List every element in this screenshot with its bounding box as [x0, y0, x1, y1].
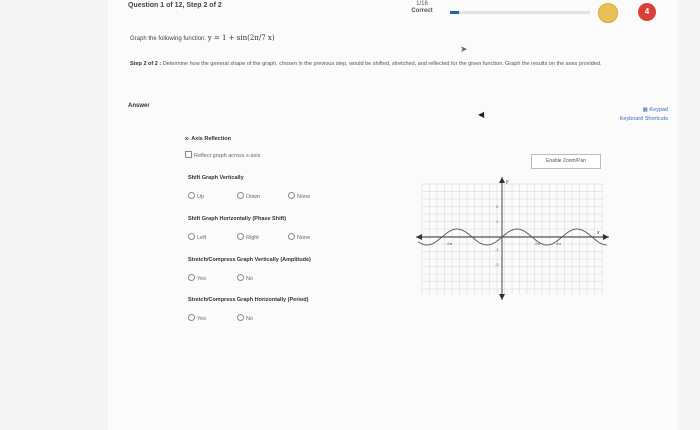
shift-horizontal-left-radio[interactable]: Left — [188, 233, 206, 241]
radio-icon — [188, 314, 195, 321]
y-axis-up-arrow-icon — [499, 177, 505, 183]
shift-horizontal-none-radio[interactable]: None — [288, 233, 310, 241]
step-label: Step 2 of 2 : — [130, 61, 162, 67]
graph-canvas[interactable]: x y -2π 2π 4π 2 1 -1 -2 — [410, 170, 615, 305]
shift-horizontal-none-label: None — [297, 235, 311, 241]
y-tick-label: -2 — [495, 262, 499, 267]
hearts-badge: 4 — [638, 3, 656, 21]
keyboard-shortcuts-link[interactable]: Keyboard Shortcuts — [598, 115, 668, 124]
stretch-period-no-radio[interactable]: No — [237, 314, 253, 322]
stretch-period-title: Stretch/Compress Graph Horizontally (Per… — [188, 297, 309, 303]
stretch-amplitude-title: Stretch/Compress Graph Vertically (Ampli… — [188, 257, 311, 263]
answer-tools: ▦ Keypad Keyboard Shortcuts — [598, 106, 668, 124]
radio-icon — [237, 192, 244, 199]
shift-vertical-up-label: Up — [197, 194, 205, 200]
coin-icon — [598, 3, 618, 23]
progress-bar — [450, 11, 590, 14]
shift-horizontal-right-label: Right — [246, 235, 259, 241]
step-instructions: Step 2 of 2 : Determine how the general … — [130, 60, 650, 68]
radio-icon — [237, 274, 244, 281]
radio-icon — [288, 233, 295, 240]
mouse-pointer-icon: ◀ — [478, 110, 485, 119]
shift-vertical-none-radio[interactable]: None — [288, 192, 310, 200]
shift-vertical-down-label: Down — [246, 194, 261, 200]
stretch-period-no-label: No — [246, 316, 254, 322]
answer-label: Answer — [128, 103, 150, 109]
reflect-checkbox[interactable]: Reflect graph across x-axis — [185, 151, 260, 159]
problem-prompt: Graph the following function: — [130, 36, 207, 42]
progress-label: 1/16 Correct — [402, 1, 442, 15]
y-axis-label: y — [505, 179, 509, 185]
stretch-period-yes-radio[interactable]: Yes — [188, 314, 206, 322]
radio-icon — [288, 192, 295, 199]
stretch-amplitude-yes-label: Yes — [197, 276, 206, 282]
axis-reflection-title: x- Axis Reflection — [185, 136, 231, 142]
x-axis-right-arrow-icon — [603, 234, 609, 240]
progress-fill — [450, 11, 459, 14]
stretch-amplitude-no-label: No — [246, 276, 254, 282]
shift-vertical-title: Shift Graph Vertically — [188, 175, 244, 181]
progress-status: Correct — [411, 8, 433, 14]
step-text: Determine how the general shape of the g… — [162, 61, 602, 67]
question-title: Question 1 of 12, Step 2 of 2 — [128, 2, 222, 9]
shift-horizontal-right-radio[interactable]: Right — [237, 233, 259, 241]
checkbox-icon — [185, 151, 192, 158]
radio-icon — [237, 314, 244, 321]
y-tick-label: -1 — [495, 247, 499, 252]
problem-equation-lhs: y = 1 + sin — [207, 34, 248, 42]
x-axis-left-arrow-icon — [416, 234, 422, 240]
stretch-amplitude-yes-radio[interactable]: Yes — [188, 274, 206, 282]
keypad-button[interactable]: ▦ Keypad — [598, 106, 668, 115]
x-tick-label: -2π — [446, 241, 453, 246]
radio-icon — [237, 233, 244, 240]
shift-horizontal-title: Shift Graph Horizontally (Phase Shift) — [188, 216, 287, 222]
shift-horizontal-left-label: Left — [197, 235, 207, 241]
stretch-period-yes-label: Yes — [197, 316, 206, 322]
shift-vertical-up-radio[interactable]: Up — [188, 192, 204, 200]
stretch-amplitude-no-radio[interactable]: No — [237, 274, 253, 282]
keypad-label: Keypad — [649, 107, 668, 113]
x-tick-label: 4π — [556, 241, 561, 246]
problem-statement: Graph the following function: y = 1 + si… — [130, 34, 275, 42]
shift-vertical-none-label: None — [297, 194, 311, 200]
radio-icon — [188, 274, 195, 281]
x-axis-label: x — [596, 230, 600, 236]
radio-icon — [188, 192, 195, 199]
problem-equation-arg: (2π/7 x) — [247, 34, 275, 42]
progress-count: 1/16 — [416, 1, 428, 7]
graph-grid — [421, 183, 603, 294]
shift-vertical-down-radio[interactable]: Down — [237, 192, 260, 200]
page: Question 1 of 12, Step 2 of 2 1/16 Corre… — [0, 0, 700, 430]
y-axis-down-arrow-icon — [499, 294, 505, 300]
enable-zoom-pan-button[interactable]: Enable Zoom/Pan — [531, 154, 601, 169]
cursor-icon: ➤ — [460, 44, 468, 54]
radio-icon — [188, 233, 195, 240]
reflect-label: Reflect graph across x-axis — [194, 153, 261, 159]
